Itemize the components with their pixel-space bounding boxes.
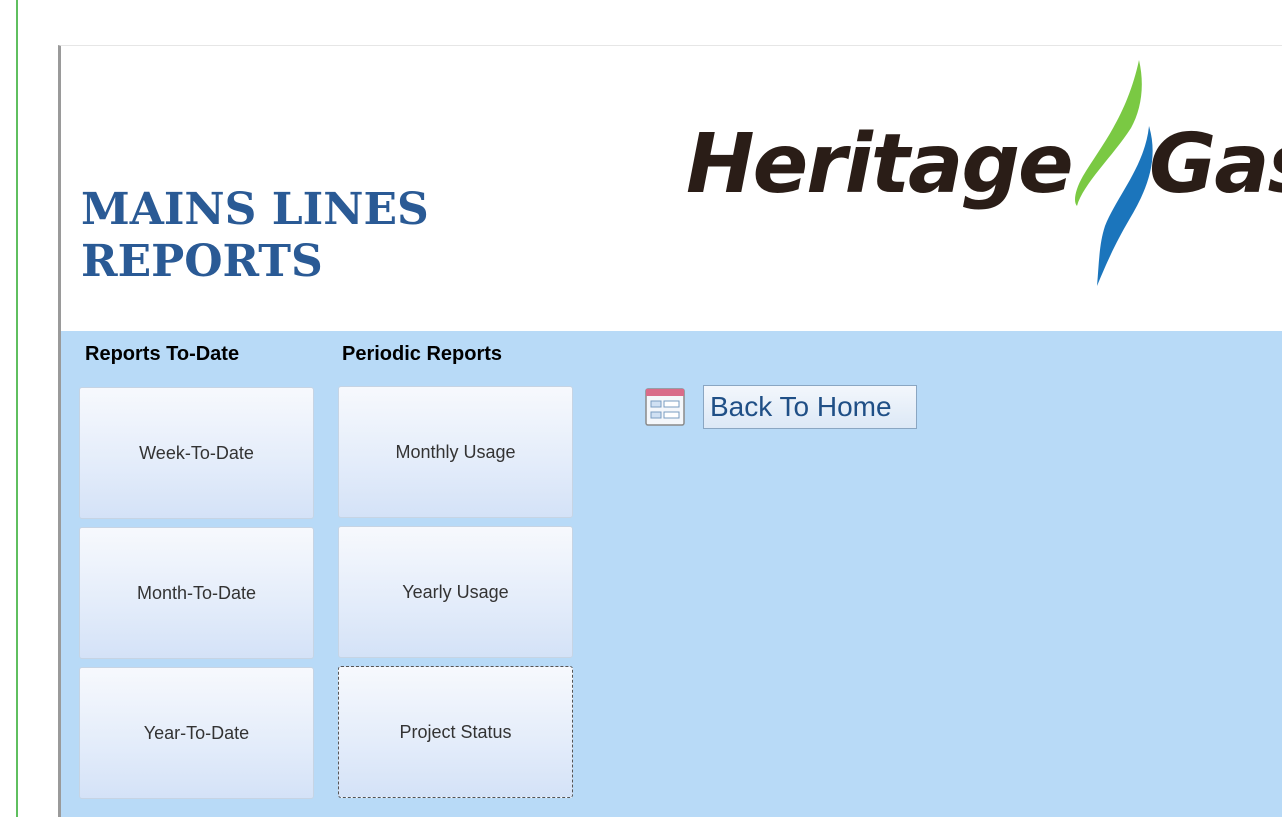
year-to-date-button[interactable]: Year-To-Date (79, 667, 314, 799)
form-icon[interactable] (645, 387, 685, 427)
yearly-usage-button[interactable]: Yearly Usage (338, 526, 573, 658)
reports-form: MAINS LINES REPORTS Heritage Gas Reports… (58, 45, 1282, 817)
back-to-home-group: Back To Home (645, 385, 917, 429)
form-detail: Reports To-Date Periodic Reports Week-To… (61, 331, 1282, 817)
month-to-date-button[interactable]: Month-To-Date (79, 527, 314, 659)
logo-word-heritage: Heritage (686, 117, 1074, 212)
monthly-usage-button[interactable]: Monthly Usage (338, 386, 573, 518)
week-to-date-button[interactable]: Week-To-Date (79, 387, 314, 519)
back-to-home-button[interactable]: Back To Home (703, 385, 917, 429)
heritage-gas-logo: Heritage Gas (681, 56, 1282, 296)
page-title-line2: REPORTS (81, 236, 323, 287)
page-title: MAINS LINES REPORTS (81, 184, 429, 288)
periodic-reports-label: Periodic Reports (342, 343, 503, 365)
form-header: MAINS LINES REPORTS Heritage Gas (61, 46, 1282, 331)
page-title-line1: MAINS LINES (81, 184, 429, 235)
left-border-rule (16, 0, 18, 817)
logo-word-gas: Gas (1149, 117, 1282, 212)
project-status-button[interactable]: Project Status (338, 666, 573, 798)
reports-to-date-label: Reports To-Date (85, 343, 240, 365)
